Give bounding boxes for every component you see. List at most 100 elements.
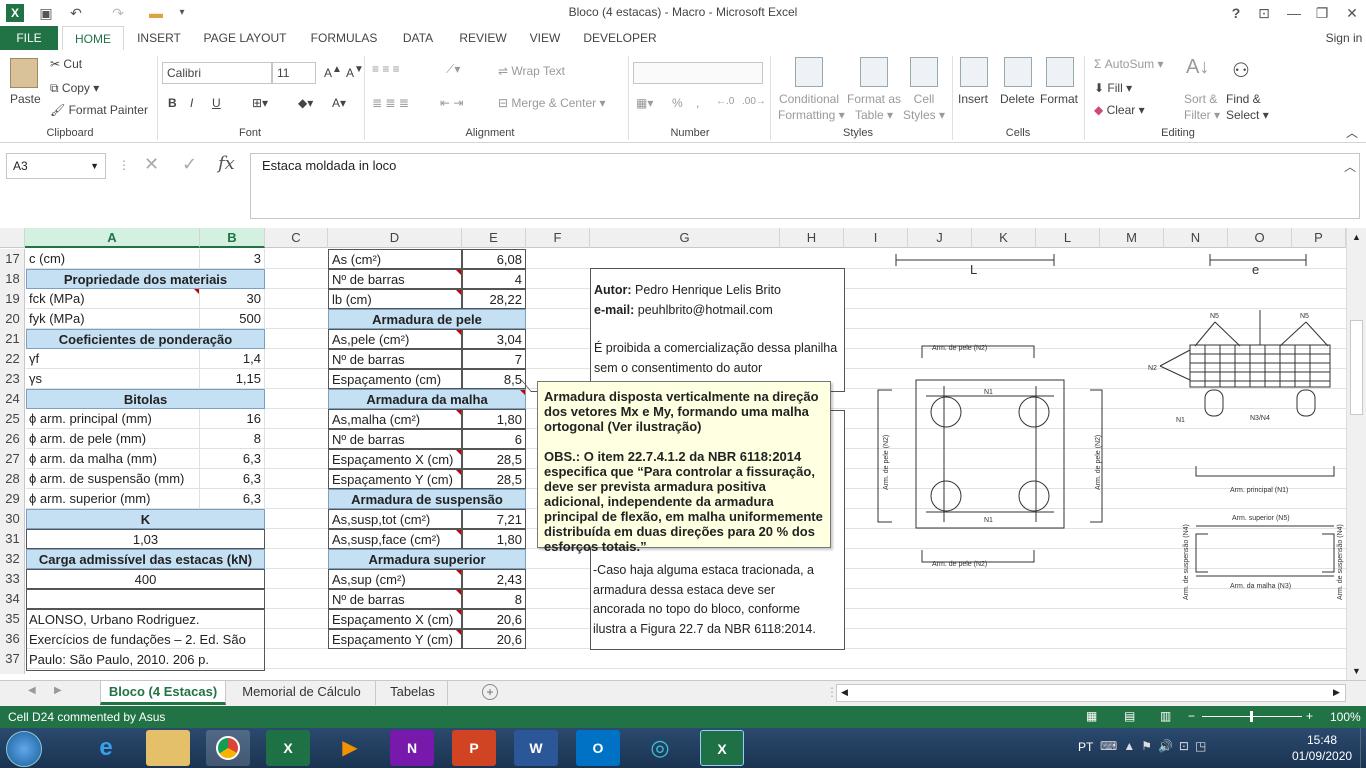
- powerpoint-icon[interactable]: P: [452, 730, 496, 766]
- onenote-icon[interactable]: N: [390, 730, 434, 766]
- tab-view[interactable]: VIEW: [522, 26, 568, 50]
- comma-icon[interactable]: ,: [696, 96, 699, 110]
- section-header[interactable]: Bitolas: [26, 389, 265, 409]
- confirm-entry-icon[interactable]: ✓: [182, 154, 197, 175]
- vertical-scrollbar[interactable]: ▲ ▼: [1346, 228, 1366, 680]
- internet-explorer-icon[interactable]: e: [84, 730, 128, 766]
- cell-e18[interactable]: 4: [462, 269, 526, 289]
- column-header-g[interactable]: G: [590, 228, 780, 248]
- page-break-view-icon[interactable]: ▥: [1160, 709, 1171, 723]
- column-header-p[interactable]: P: [1292, 228, 1346, 248]
- row-header[interactable]: 28: [0, 469, 25, 489]
- font-size-select[interactable]: 11: [272, 62, 316, 84]
- italic-button[interactable]: I: [190, 96, 193, 110]
- cell-styles-icon[interactable]: [910, 57, 938, 87]
- cell-a17[interactable]: c (cm): [26, 249, 200, 269]
- cell-e34[interactable]: 8: [462, 589, 526, 609]
- restore-icon[interactable]: ❐: [1312, 3, 1332, 23]
- column-header-h[interactable]: H: [780, 228, 844, 248]
- zoom-out-icon[interactable]: −: [1188, 709, 1195, 723]
- sheet-tab-tabelas[interactable]: Tabelas: [378, 681, 448, 705]
- tray-icons[interactable]: ⌨▲⚑🔊⊡◳: [1100, 739, 1212, 753]
- cell-a20[interactable]: fyk (MPa): [26, 309, 200, 329]
- row-header[interactable]: 33: [0, 569, 25, 589]
- cell-d27[interactable]: Espaçamento X (cm): [328, 449, 462, 469]
- conditional-formatting-button[interactable]: Conditional Formatting ▾: [778, 91, 845, 123]
- tab-review[interactable]: REVIEW: [454, 26, 512, 50]
- windows-start-icon[interactable]: [6, 731, 42, 767]
- file-explorer-icon[interactable]: [146, 730, 190, 766]
- row-header[interactable]: 26: [0, 429, 25, 449]
- row-header[interactable]: 18: [0, 269, 25, 289]
- indent-icon[interactable]: ⇤ ⇥: [440, 96, 463, 110]
- clear-button[interactable]: ◆ Clear ▾: [1094, 103, 1145, 117]
- cell-a28[interactable]: ϕ arm. de suspensão (mm): [26, 469, 200, 489]
- select-all-corner[interactable]: [0, 228, 25, 248]
- next-sheet-icon[interactable]: ▶: [54, 685, 62, 696]
- section-header[interactable]: Armadura de pele: [328, 309, 526, 329]
- format-cells-icon[interactable]: [1046, 57, 1074, 87]
- reference-cell[interactable]: ALONSO, Urbano Rodriguez. Exercícios de …: [26, 609, 265, 671]
- chrome-icon[interactable]: [206, 730, 250, 766]
- row-header[interactable]: 21: [0, 329, 25, 349]
- column-header-j[interactable]: J: [908, 228, 972, 248]
- borders-icon[interactable]: ⊞▾: [252, 96, 268, 110]
- cell-a22[interactable]: γf: [26, 349, 200, 369]
- show-desktop-button[interactable]: [1360, 728, 1366, 768]
- sort-filter-icon[interactable]: A↓: [1186, 56, 1209, 79]
- cell-d28[interactable]: Espaçamento Y (cm): [328, 469, 462, 489]
- section-header[interactable]: Propriedade dos materiais: [26, 269, 265, 289]
- copy-button[interactable]: ⧉ Copy ▾: [50, 81, 99, 96]
- section-header[interactable]: Armadura superior: [328, 549, 526, 569]
- tab-insert[interactable]: INSERT: [130, 26, 188, 50]
- cell-d18[interactable]: Nº de barras: [328, 269, 462, 289]
- align-top-icon[interactable]: ≡ ≡ ≡: [372, 62, 400, 76]
- cell-d23[interactable]: Espaçamento (cm): [328, 369, 462, 389]
- cell-d30[interactable]: As,susp,tot (cm²): [328, 509, 462, 529]
- tab-page-layout[interactable]: PAGE LAYOUT: [196, 26, 294, 50]
- insert-function-icon[interactable]: fx: [218, 153, 235, 174]
- column-header-o[interactable]: O: [1228, 228, 1292, 248]
- cell-e35[interactable]: 20,6: [462, 609, 526, 629]
- column-header-b[interactable]: B: [200, 228, 265, 248]
- cell-e36[interactable]: 20,6: [462, 629, 526, 649]
- vertical-scroll-thumb[interactable]: [1350, 320, 1363, 415]
- decimal-increase-icon[interactable]: ←.0: [716, 96, 734, 107]
- cell-e17[interactable]: 6,08: [462, 249, 526, 269]
- number-format-select[interactable]: [633, 62, 763, 84]
- cell-d34[interactable]: Nº de barras: [328, 589, 462, 609]
- font-color-icon[interactable]: A▾: [332, 96, 346, 110]
- tab-file[interactable]: FILE: [0, 26, 58, 50]
- scroll-down-icon[interactable]: ▼: [1352, 666, 1361, 676]
- sort-filter-button[interactable]: Sort & Filter ▾: [1184, 91, 1220, 123]
- column-header-n[interactable]: N: [1164, 228, 1228, 248]
- column-header-m[interactable]: M: [1100, 228, 1164, 248]
- sheet-tab-bloco[interactable]: Bloco (4 Estacas): [100, 681, 226, 705]
- tab-formulas[interactable]: FORMULAS: [304, 26, 384, 50]
- section-header[interactable]: K: [26, 509, 265, 529]
- media-player-icon[interactable]: ▶: [328, 730, 372, 766]
- row-header[interactable]: 23: [0, 369, 25, 389]
- edge-icon[interactable]: ◎: [638, 730, 682, 766]
- cell-a19[interactable]: fck (MPa): [26, 289, 200, 309]
- row-header[interactable]: 27: [0, 449, 25, 469]
- page-layout-view-icon[interactable]: ▤: [1124, 709, 1135, 723]
- word-icon[interactable]: W: [514, 730, 558, 766]
- cell-d17[interactable]: As (cm²): [328, 249, 462, 269]
- cell-a26[interactable]: ϕ arm. de pele (mm): [26, 429, 200, 449]
- scroll-up-icon[interactable]: ▲: [1352, 232, 1361, 242]
- column-header-d[interactable]: D: [328, 228, 462, 248]
- increase-font-icon[interactable]: A▲: [324, 64, 342, 80]
- column-header-a[interactable]: A: [25, 228, 200, 248]
- cell-e31[interactable]: 1,80: [462, 529, 526, 549]
- prev-sheet-icon[interactable]: ◀: [28, 685, 36, 696]
- name-box[interactable]: A3 ▼: [6, 153, 106, 179]
- section-header-selected[interactable]: Armadura da malha: [328, 389, 526, 409]
- delete-button[interactable]: Delete: [1000, 92, 1035, 106]
- row-header[interactable]: 22: [0, 349, 25, 369]
- wrap-text-button[interactable]: ⇌ Wrap Text: [498, 64, 565, 78]
- fill-color-icon[interactable]: ◆▾: [298, 96, 313, 110]
- merge-center-button[interactable]: ⊟ Merge & Center ▾: [498, 96, 605, 110]
- cell-d25[interactable]: As,malha (cm²): [328, 409, 462, 429]
- scroll-left-icon[interactable]: ◀: [841, 687, 848, 698]
